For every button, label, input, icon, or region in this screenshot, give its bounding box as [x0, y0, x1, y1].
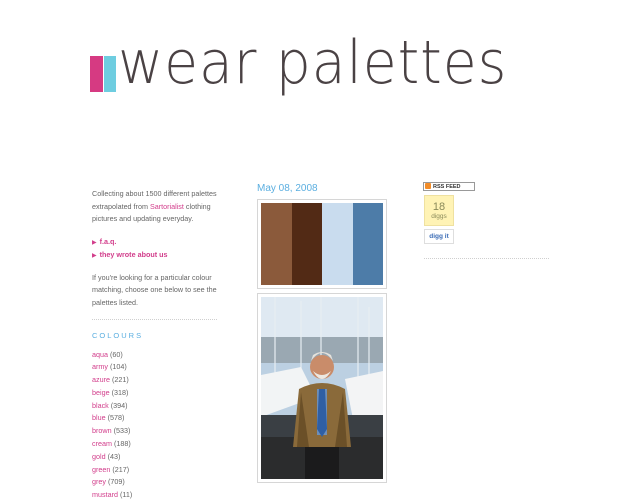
- colour-list: aqua (60) army (104) azure (221) beige (…: [92, 349, 217, 502]
- sidebar: Collecting about 1500 different palettes…: [92, 188, 217, 502]
- colour-link[interactable]: cream: [92, 439, 112, 448]
- colour-count: (318): [112, 388, 129, 397]
- colour-item: army (104): [92, 361, 217, 374]
- rss-label: RSS FEED: [433, 184, 461, 190]
- colour-count: (533): [114, 426, 131, 435]
- colour-count: (221): [112, 375, 129, 384]
- colour-item: mustard (11): [92, 489, 217, 502]
- colour-link[interactable]: brown: [92, 426, 112, 435]
- nav-item-press[interactable]: ▶they wrote about us: [92, 249, 217, 262]
- digg-it-button[interactable]: digg it: [424, 229, 454, 244]
- colour-link[interactable]: green: [92, 465, 110, 474]
- swatch: [322, 203, 353, 285]
- colour-link[interactable]: gold: [92, 452, 106, 461]
- matching-text: If you're looking for a particular colou…: [92, 272, 217, 310]
- colour-item: green (217): [92, 464, 217, 477]
- post-photo[interactable]: [257, 293, 387, 483]
- colour-link[interactable]: blue: [92, 413, 106, 422]
- colour-item: azure (221): [92, 374, 217, 387]
- logo-pink-bar: [90, 56, 103, 92]
- sidebar-intro: Collecting about 1500 different palettes…: [92, 188, 217, 226]
- digg-label: diggs: [425, 213, 453, 221]
- right-divider: [424, 258, 549, 259]
- sidebar-nav: ▶f.a.q. ▶they wrote about us: [92, 236, 217, 262]
- colour-item: grey (709): [92, 476, 217, 489]
- colour-item: beige (318): [92, 387, 217, 400]
- colour-link[interactable]: black: [92, 401, 109, 410]
- swatch: [261, 203, 292, 285]
- digg-counter: 18 diggs: [424, 195, 454, 226]
- colour-count: (60): [110, 350, 123, 359]
- colour-count: (11): [120, 490, 132, 499]
- nav-label: they wrote about us: [100, 250, 168, 259]
- colour-item: aqua (60): [92, 349, 217, 362]
- photo-illustration: [261, 297, 383, 479]
- colour-item: brown (533): [92, 425, 217, 438]
- colour-count: (394): [111, 401, 128, 410]
- colour-count: (578): [108, 413, 125, 422]
- colour-link[interactable]: aqua: [92, 350, 108, 359]
- site-title: wear palettes: [118, 28, 507, 98]
- nav-item-faq[interactable]: ▶f.a.q.: [92, 236, 217, 249]
- colours-heading: COLOURS: [92, 330, 217, 343]
- sartorialist-link[interactable]: Sartorialist: [150, 202, 184, 211]
- swatch: [353, 203, 384, 285]
- colour-item: cream (188): [92, 438, 217, 451]
- swatch: [292, 203, 323, 285]
- colour-count: (709): [108, 477, 125, 486]
- colour-link[interactable]: grey: [92, 477, 106, 486]
- colour-count: (104): [110, 362, 127, 371]
- palette-swatches: [261, 203, 383, 285]
- colour-count: (188): [114, 439, 131, 448]
- sidebar-divider: [92, 319, 217, 320]
- colour-count: (217): [112, 465, 129, 474]
- arrow-right-icon: ▶: [92, 253, 97, 259]
- colour-count: (43): [108, 452, 121, 461]
- nav-label: f.a.q.: [100, 237, 117, 246]
- rss-icon: [425, 183, 431, 189]
- colour-link[interactable]: mustard: [92, 490, 118, 499]
- colour-item: black (394): [92, 400, 217, 413]
- colour-item: blue (578): [92, 412, 217, 425]
- colour-item: gold (43): [92, 451, 217, 464]
- colour-link[interactable]: army: [92, 362, 108, 371]
- arrow-right-icon: ▶: [92, 240, 97, 246]
- post-date: May 08, 2008: [257, 183, 318, 194]
- rss-feed-button[interactable]: RSS FEED: [423, 182, 475, 191]
- photo-image: [261, 297, 383, 479]
- colour-link[interactable]: azure: [92, 375, 110, 384]
- palette-card[interactable]: [257, 199, 387, 289]
- logo-cyan-bar: [104, 56, 116, 92]
- colour-link[interactable]: beige: [92, 388, 110, 397]
- digg-count: 18: [425, 201, 453, 213]
